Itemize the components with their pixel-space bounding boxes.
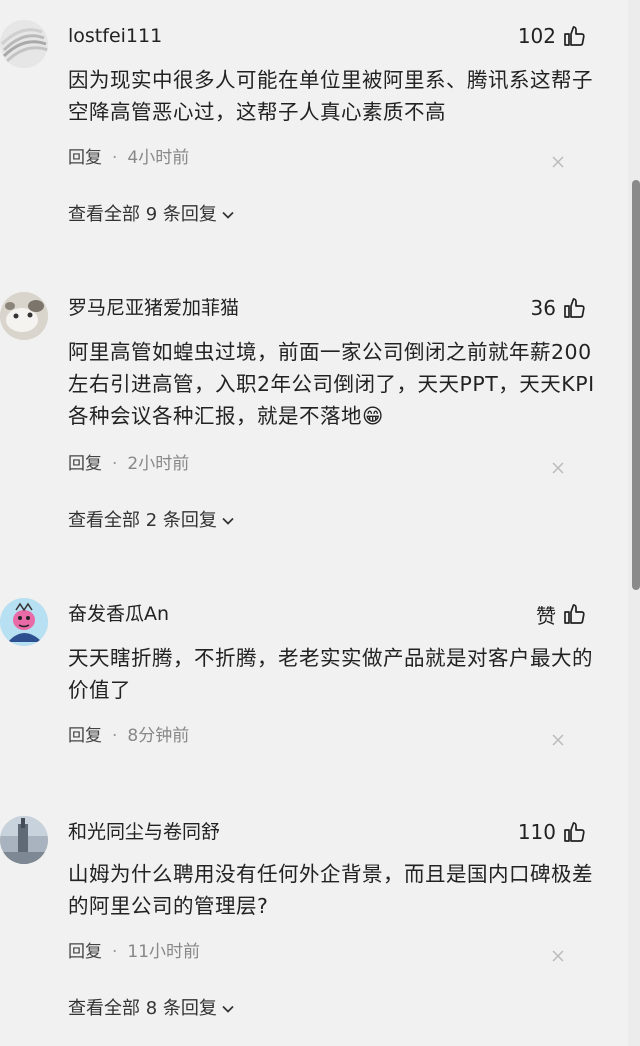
avatar-image (0, 20, 48, 68)
separator-dot: · (112, 942, 118, 962)
comment-item: lostfei111 102 因为现实中很多人可能在单位里被阿里系、腾讯系这帮子… (0, 20, 620, 225)
chevron-down-icon (222, 1005, 234, 1013)
comment-text: 因为现实中很多人可能在单位里被阿里系、腾讯系这帮子空降高管恶心过，这帮子人真心素… (68, 68, 593, 124)
view-all-replies-button[interactable]: 查看全部 9 条回复 (68, 202, 235, 228)
timestamp: 11小时前 (127, 942, 201, 962)
comment-meta: 回复 · 8分钟前 (68, 724, 189, 748)
avatar-image (0, 598, 48, 646)
like-button[interactable]: 110 (518, 818, 586, 846)
view-replies-label: 查看全部 9 条回复 (68, 204, 217, 225)
close-icon[interactable] (552, 462, 564, 474)
username[interactable]: 奋发香瓜An (68, 600, 169, 628)
reply-button[interactable]: 回复 (68, 726, 102, 746)
timestamp: 2小时前 (127, 454, 190, 474)
close-icon[interactable] (552, 950, 564, 962)
scrollbar-thumb[interactable] (632, 180, 640, 590)
separator-dot: · (112, 454, 118, 474)
username[interactable]: 和光同尘与卷同舒 (68, 818, 220, 846)
avatar[interactable] (0, 598, 48, 646)
thumbs-up-icon (564, 298, 585, 318)
thumbs-up-icon (564, 822, 585, 842)
timestamp: 4小时前 (127, 148, 190, 168)
like-button[interactable]: 赞 (536, 600, 586, 628)
avatar[interactable] (0, 816, 48, 864)
like-count: 102 (517, 24, 556, 48)
comment-text: 阿里高管如蝗虫过境，前面一家公司倒闭之前就年薪200左右引进高管，入职2年公司倒… (68, 340, 595, 428)
view-replies-label: 查看全部 2 条回复 (68, 510, 217, 531)
view-all-replies-button[interactable]: 查看全部 2 条回复 (68, 508, 235, 534)
comment-item: 奋发香瓜An 赞 天天瞎折腾，不折腾，老老实实做产品就是对客户最大的价值了 回复… (0, 598, 620, 758)
comment-meta: 回复 · 2小时前 (68, 452, 189, 476)
username[interactable]: 罗马尼亚猪爱加菲猫 (68, 294, 239, 322)
avatar[interactable] (0, 20, 48, 68)
comment-item: 和光同尘与卷同舒 110 山姆为什么聘用没有任何外企背景，而且是国内口碑极差的阿… (0, 816, 620, 1026)
timestamp: 8分钟前 (127, 726, 190, 746)
like-label: 赞 (536, 603, 556, 628)
comment-item: 罗马尼亚猪爱加菲猫 36 阿里高管如蝗虫过境，前面一家公司倒闭之前就年薪200左… (0, 292, 620, 542)
chevron-down-icon (222, 211, 234, 219)
like-button[interactable]: 36 (531, 294, 586, 322)
comment-meta: 回复 · 11小时前 (68, 940, 200, 964)
reply-button[interactable]: 回复 (68, 148, 102, 168)
like-button[interactable]: 102 (518, 22, 586, 50)
comment-meta: 回复 · 4小时前 (68, 146, 189, 170)
avatar-image (0, 816, 48, 864)
username[interactable]: lostfei111 (68, 22, 162, 50)
comment-text: 山姆为什么聘用没有任何外企背景，而且是国内口碑极差的阿里公司的管理层? (68, 862, 593, 918)
like-count: 110 (517, 820, 556, 844)
reply-button[interactable]: 回复 (68, 942, 102, 962)
reply-button[interactable]: 回复 (68, 454, 102, 474)
comment-text: 天天瞎折腾，不折腾，老老实实做产品就是对客户最大的价值了 (68, 646, 593, 702)
thumbs-up-icon (564, 26, 585, 46)
close-icon[interactable] (552, 734, 564, 746)
separator-dot: · (112, 726, 118, 746)
view-replies-label: 查看全部 8 条回复 (68, 998, 217, 1019)
like-count: 36 (530, 296, 556, 320)
avatar-image (0, 292, 48, 340)
view-all-replies-button[interactable]: 查看全部 8 条回复 (68, 996, 235, 1022)
thumbs-up-icon (564, 604, 585, 624)
avatar[interactable] (0, 292, 48, 340)
chevron-down-icon (222, 517, 234, 525)
close-icon[interactable] (552, 156, 564, 168)
separator-dot: · (112, 148, 118, 168)
